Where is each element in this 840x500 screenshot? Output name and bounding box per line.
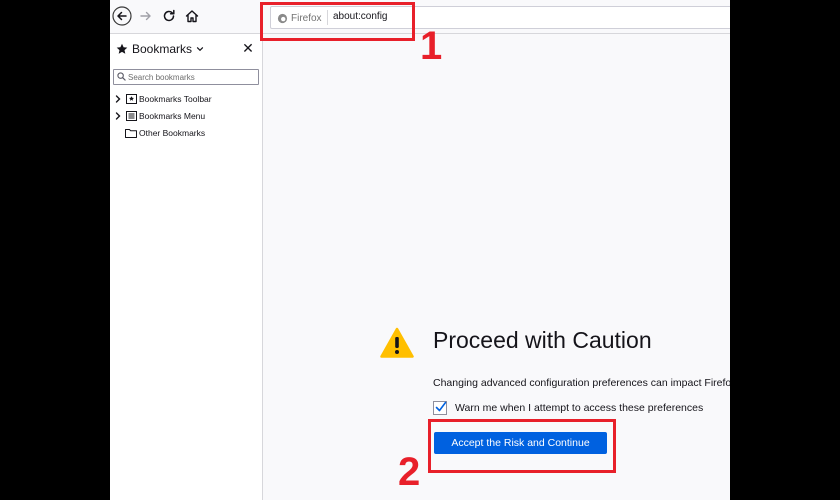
- chevron-right-icon[interactable]: [113, 111, 123, 121]
- forward-button[interactable]: [136, 6, 156, 26]
- sidebar-title: Bookmarks: [132, 42, 193, 56]
- warn-checkbox[interactable]: [433, 401, 447, 415]
- reload-button[interactable]: [159, 6, 179, 26]
- search-bookmarks-input[interactable]: [128, 70, 252, 84]
- step1-label: 1: [420, 24, 443, 68]
- tree-item-label: Bookmarks Toolbar: [139, 94, 212, 104]
- checkmark-icon: [435, 401, 447, 412]
- warn-checkbox-row[interactable]: Warn me when I attempt to access these p…: [433, 401, 703, 415]
- bookmarks-menu-icon: [125, 111, 137, 121]
- forward-arrow-icon: [140, 11, 151, 21]
- bookmarks-search-box[interactable]: [113, 69, 259, 85]
- star-icon: [116, 43, 128, 54]
- tree-item-bookmarks-menu[interactable]: Bookmarks Menu: [113, 109, 205, 123]
- bookmarks-sidebar: Bookmarks ✕ Bookm: [110, 34, 263, 500]
- tree-item-bookmarks-toolbar[interactable]: Bookmarks Toolbar: [113, 92, 212, 106]
- sidebar-switcher[interactable]: Bookmarks: [116, 40, 204, 58]
- reload-icon: [163, 9, 175, 22]
- back-arrow-icon: [112, 6, 132, 26]
- step2-highlight-box: [428, 419, 616, 473]
- tree-item-label: Bookmarks Menu: [139, 111, 206, 121]
- step2-label: 2: [398, 450, 421, 494]
- back-button[interactable]: [112, 6, 132, 26]
- browser-screenshot: Firefox about:config Bookmarks ✕ Search …: [110, 0, 730, 500]
- close-icon: ✕: [242, 40, 254, 56]
- warning-icon: [380, 327, 414, 358]
- warning-description: Changing advanced configuration preferen…: [433, 377, 730, 389]
- home-button[interactable]: [182, 6, 202, 26]
- home-icon: [185, 10, 199, 23]
- page-title: Proceed with Caution: [433, 327, 652, 353]
- step1-highlight-box: [260, 2, 415, 41]
- chevron-right-icon[interactable]: [113, 94, 123, 104]
- tree-item-other-bookmarks[interactable]: Other Bookmarks: [113, 126, 205, 140]
- tree-item-label: Other Bookmarks: [139, 128, 206, 138]
- bookmarks-toolbar-icon: [125, 94, 137, 104]
- search-icon: [117, 72, 126, 81]
- folder-icon: [125, 128, 137, 138]
- chevron-down-icon: [196, 47, 204, 52]
- sidebar-close-button[interactable]: ✕: [240, 40, 256, 56]
- warn-checkbox-label: Warn me when I attempt to access these p…: [455, 402, 704, 414]
